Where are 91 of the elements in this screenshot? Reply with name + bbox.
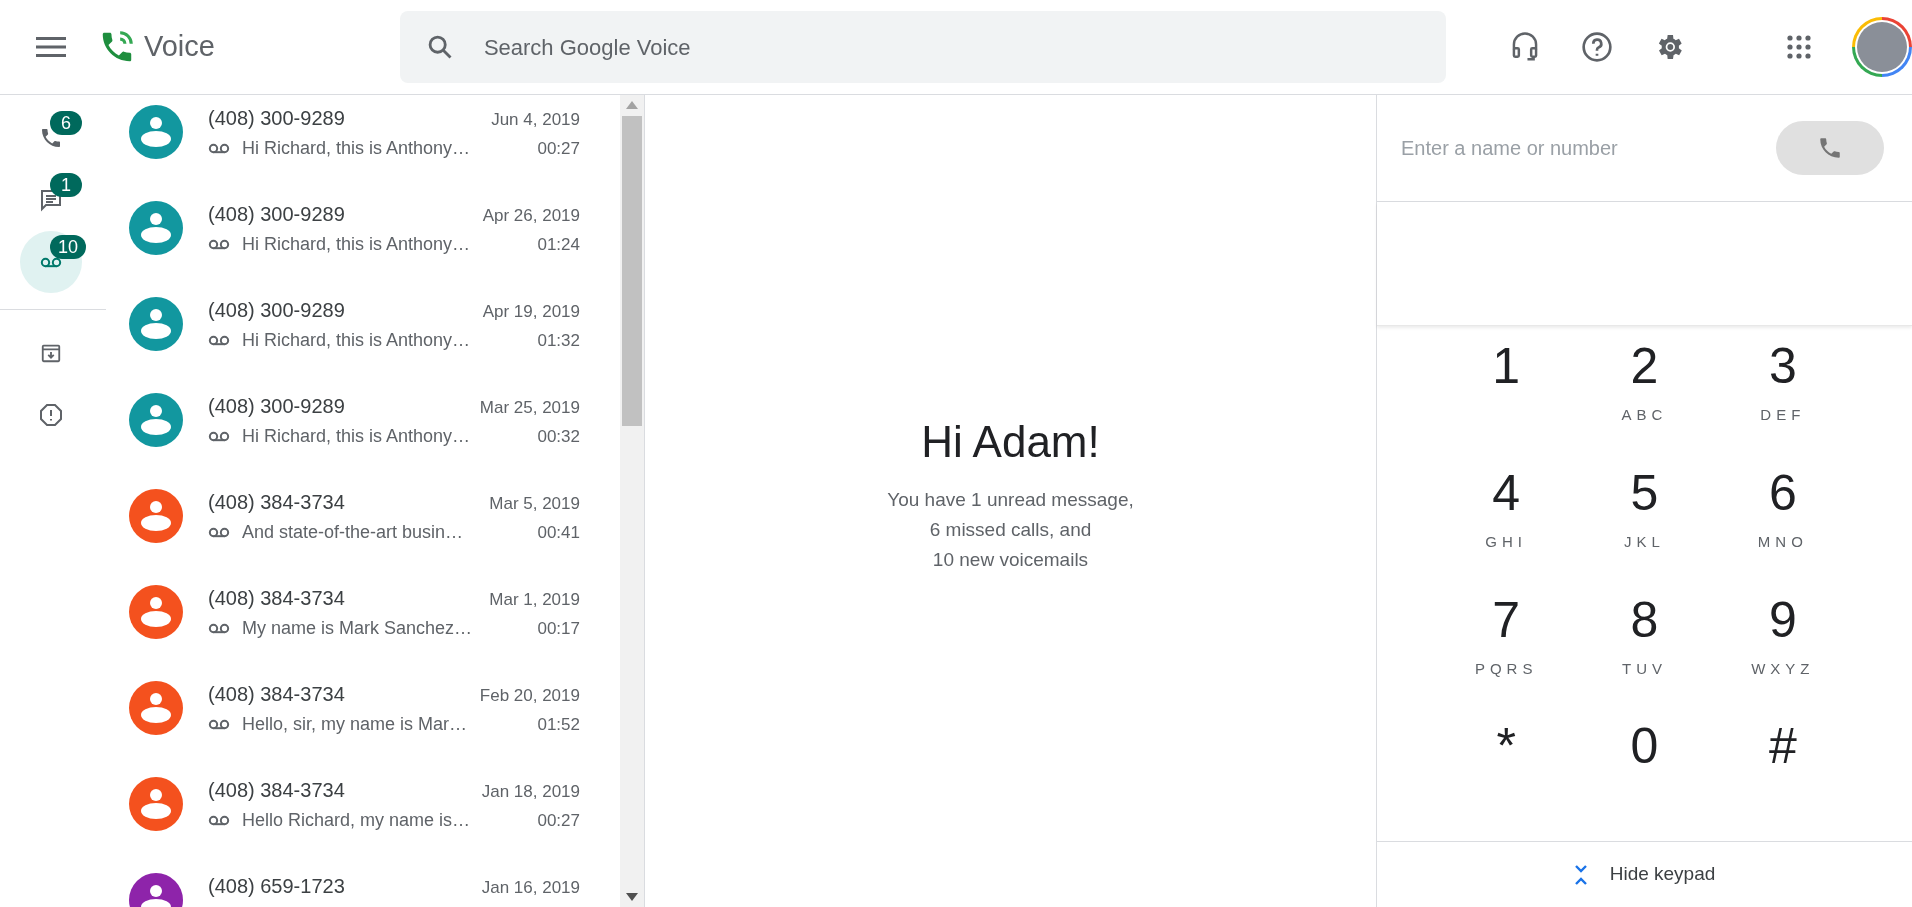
keypad-key[interactable]: 5 JKL [1575, 460, 1714, 588]
duration: 00:27 [537, 809, 580, 832]
phone-number: (408) 384-3734 [208, 586, 345, 611]
message-preview: My name is Mark Sanchez… [242, 617, 473, 640]
keypad-key[interactable]: 9 WXYZ [1713, 587, 1852, 715]
voicemail-icon [208, 239, 230, 250]
date: Feb 20, 2019 [479, 685, 580, 707]
welcome-summary: You have 1 unread message, 6 missed calls, and 10 new voicemails [887, 488, 1134, 572]
date: Mar 5, 2019 [489, 493, 580, 515]
message-preview: Hi Richard, this is Anthony… [242, 425, 471, 448]
keypad-key[interactable]: * [1437, 714, 1576, 841]
keypad-key[interactable]: 6 MNO [1713, 460, 1852, 588]
search-field[interactable]: Search Google Voice [399, 11, 1446, 83]
keypad-key[interactable]: 7 PQRS [1437, 587, 1576, 715]
number-input[interactable]: Enter a name or number [1401, 133, 1776, 163]
date: Jan 16, 2019 [481, 877, 580, 899]
voicemail-row[interactable]: (408) 384-3734 Jan 18, 2019 Hello Richard, my name is… 00:27 [108, 775, 620, 871]
menu-icon [36, 36, 66, 58]
phone-number: (408) 384-3734 [208, 682, 345, 707]
message-preview: Hi Richard, this is Anthony… [242, 329, 471, 352]
phone-icon [1817, 135, 1843, 161]
date: Apr 19, 2019 [482, 301, 580, 323]
archive-icon [40, 342, 62, 364]
count-badge: 6 [50, 111, 82, 135]
keypad-key[interactable]: 8 TUV [1575, 587, 1714, 715]
phone-number: (408) 384-3734 [208, 490, 345, 515]
scrollbar[interactable] [620, 95, 644, 907]
phone-icon [39, 126, 63, 150]
voicemail-icon [208, 527, 230, 538]
message-preview: And state-of-the-art busin… [242, 521, 464, 544]
date: Mar 1, 2019 [489, 589, 580, 611]
phone-number: (408) 300-9289 [208, 394, 345, 419]
voicemail-row[interactable]: (408) 384-3734 Mar 5, 2019 And state-of-the-art busin… 00:41 [108, 487, 620, 583]
voicemail-icon [208, 143, 230, 154]
headset-icon [1510, 31, 1540, 63]
phone-number: (408) 300-9289 [208, 202, 345, 227]
keypad-key[interactable]: 2 ABC [1575, 334, 1714, 461]
voicemail-icon [208, 431, 230, 442]
duration: 01:52 [537, 713, 580, 736]
phone-number: (408) 300-9289 [208, 298, 345, 323]
message-preview: Hi Richard, this is Anthony… [242, 137, 471, 160]
keypad-key[interactable]: 3 DEF [1713, 334, 1852, 461]
voicemail-row[interactable]: (408) 300-9289 Jun 4, 2019 Hi Richard, this is Anthony… 00:27 [108, 103, 620, 199]
keypad-key[interactable]: 4 GHI [1437, 460, 1576, 588]
message-preview: Hello, sir, my name is Mar… [242, 713, 468, 736]
count-badge: 10 [50, 235, 87, 259]
duration: 01:24 [537, 233, 580, 256]
phone-number: (408) 300-9289 [208, 106, 345, 131]
duration: 00:27 [537, 137, 580, 160]
voicemail-row[interactable]: (408) 384-3734 Feb 20, 2019 Hello, sir, my name is Mar… 01:52 [108, 679, 620, 775]
help-icon [1581, 31, 1613, 63]
voicemail-icon [40, 256, 62, 268]
warning-icon [39, 403, 63, 427]
message-preview: Hi Richard, this is Anthony… [242, 233, 471, 256]
phone-number: (408) 659-1723 [208, 874, 345, 899]
hide-keypad-button[interactable]: Hide keypad [1377, 841, 1912, 907]
scroll-down-icon [626, 893, 638, 901]
voicemail-icon [208, 719, 230, 730]
date: Mar 25, 2019 [479, 397, 580, 419]
message-preview: Hello Richard, my name is… [242, 809, 471, 832]
date: Apr 26, 2019 [482, 205, 580, 227]
collapse-icon [1573, 863, 1588, 886]
duration: 00:41 [537, 521, 580, 544]
count-badge: 1 [50, 173, 82, 197]
date: Jan 18, 2019 [481, 781, 580, 803]
voicemail-row[interactable]: (408) 384-3734 Mar 1, 2019 My name is Mark Sanchez… 00:17 [108, 583, 620, 679]
account-avatar[interactable] [1852, 17, 1912, 77]
voicemail-icon [208, 815, 230, 826]
voicemail-row[interactable]: (408) 659-1723 Jan 16, 2019 [108, 871, 620, 907]
voicemail-row[interactable]: (408) 300-9289 Apr 19, 2019 Hi Richard, this is Anthony… 01:32 [108, 295, 620, 391]
duration: 01:32 [537, 329, 580, 352]
duration: 00:17 [537, 617, 580, 640]
apps-grid-icon [1787, 35, 1811, 59]
nav-item[interactable]: 1 [20, 169, 82, 231]
message-icon [39, 188, 63, 212]
phone-number: (408) 384-3734 [208, 778, 345, 803]
keypad-key[interactable]: 0 [1575, 714, 1714, 841]
search-input[interactable]: Search Google Voice [483, 30, 1446, 64]
welcome-title: Hi Adam! [921, 416, 1100, 468]
nav-item[interactable]: 6 [20, 107, 82, 169]
app-name: Voice [143, 29, 215, 65]
date: Jun 4, 2019 [491, 109, 580, 131]
keypad-key[interactable]: 1 [1437, 334, 1576, 461]
voicemail-row[interactable]: (408) 300-9289 Mar 25, 2019 Hi Richard, this is Anthony… 00:32 [108, 391, 620, 487]
scroll-up-icon [626, 101, 638, 109]
voicemail-row[interactable]: (408) 300-9289 Apr 26, 2019 Hi Richard, this is Anthony… 01:24 [108, 199, 620, 295]
keypad-key[interactable]: # [1713, 714, 1852, 841]
duration: 00:32 [537, 425, 580, 448]
voicemail-icon [208, 335, 230, 346]
scrollbar-thumb[interactable] [622, 116, 642, 426]
voicemail-icon [208, 623, 230, 634]
